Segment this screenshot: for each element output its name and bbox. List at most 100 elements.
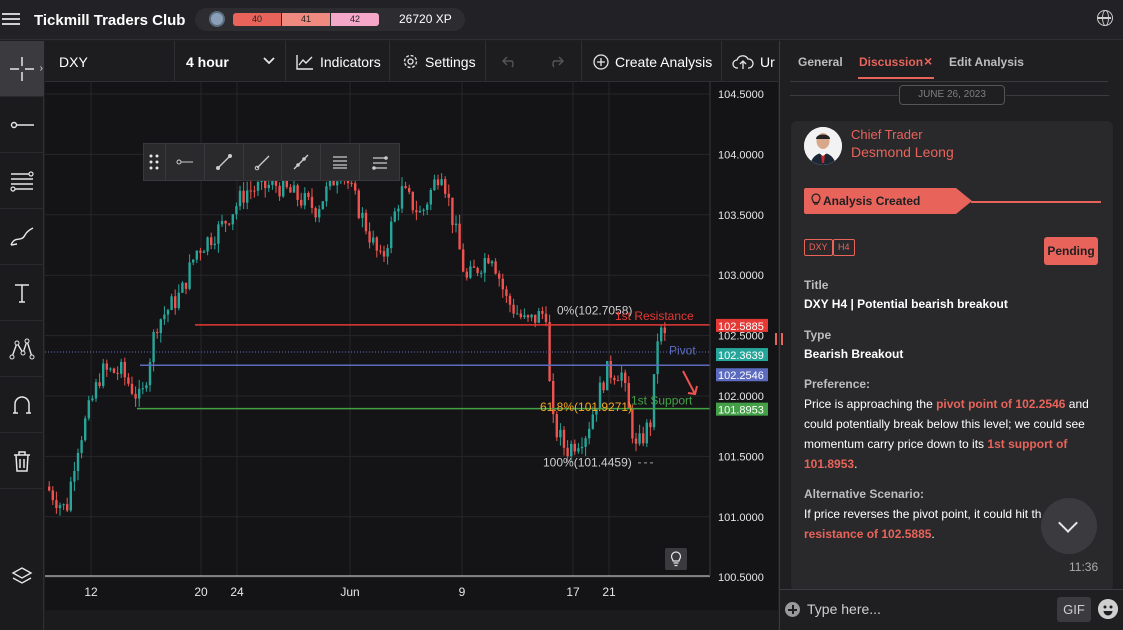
tab-edit-analysis[interactable]: Edit Analysis <box>949 55 1024 69</box>
chat-input[interactable]: Type here... <box>807 601 881 617</box>
create-analysis-button[interactable]: Create Analysis <box>582 41 722 82</box>
candle-body <box>69 481 72 511</box>
price-tag-label: 101.8953 <box>718 405 764 417</box>
candle-body <box>372 237 375 243</box>
candle-body <box>444 179 447 194</box>
chevron-right-icon[interactable]: › <box>40 63 43 74</box>
extended-line-icon[interactable] <box>282 144 322 180</box>
candle-body <box>663 327 666 334</box>
horizontal-ray-icon <box>10 121 34 128</box>
candle-body <box>202 251 206 253</box>
tab-discussion[interactable]: Discussion <box>859 55 923 69</box>
candle-body <box>253 190 256 192</box>
close-tab-icon[interactable]: × <box>924 53 932 69</box>
candle-body <box>505 289 508 296</box>
candle-body <box>364 212 368 232</box>
gif-button[interactable]: GIF <box>1057 597 1091 622</box>
language-globe-icon[interactable] <box>1097 10 1113 26</box>
candle-body <box>454 223 458 226</box>
candle-body <box>188 262 191 289</box>
timeframe-label: 4 hour <box>186 53 229 70</box>
candle-body <box>138 388 141 399</box>
candle-body <box>228 223 231 225</box>
price-tick-label: 102.5000 <box>718 331 764 343</box>
candle-body <box>109 368 112 370</box>
candle-body <box>357 190 360 219</box>
hint-button[interactable] <box>665 548 687 570</box>
redo-icon[interactable] <box>548 55 564 68</box>
symbol-selector[interactable]: DXY <box>45 41 175 82</box>
horizontal-ray-tool[interactable] <box>0 97 44 153</box>
xp-progress: 40 41 42 26720 XP <box>195 8 465 31</box>
price-tick-label: 103.5000 <box>718 210 764 222</box>
candle-body <box>426 204 429 210</box>
candle-body <box>58 505 62 509</box>
undo-icon[interactable] <box>502 55 518 68</box>
type-value: Bearish Breakout <box>804 347 904 361</box>
candle-body <box>80 440 83 453</box>
brush-tool[interactable] <box>0 209 44 265</box>
candle-body <box>354 183 357 191</box>
chevron-down-icon <box>263 57 275 65</box>
date-separator: JUNE 26, 2023 <box>899 85 1005 105</box>
candle-body <box>94 382 98 399</box>
candle-body <box>166 309 170 315</box>
layers-icon <box>11 567 33 584</box>
create-analysis-label: Create Analysis <box>615 53 713 70</box>
candle-body <box>642 433 645 444</box>
delete-drawings-tool[interactable] <box>0 433 44 489</box>
analysis-created-label: Analysis Created <box>823 194 921 208</box>
text-tool[interactable] <box>0 265 44 321</box>
price-tick-label: 101.0000 <box>718 512 764 524</box>
candle-body <box>544 313 548 323</box>
top-bar: Tickmill Traders Club 40 41 42 26720 XP <box>0 0 1123 40</box>
tab-general[interactable]: General <box>798 55 843 69</box>
candle-body <box>159 319 162 334</box>
candle-body <box>224 221 227 224</box>
add-attachment-icon[interactable] <box>785 602 800 617</box>
candle-body <box>134 393 137 399</box>
magnet-tool[interactable] <box>0 377 44 433</box>
candle-body <box>51 490 54 501</box>
candle-body <box>116 372 119 374</box>
ray-icon[interactable] <box>244 144 283 180</box>
date-tick-label: Jun <box>340 585 359 599</box>
candle-body <box>152 331 155 363</box>
timeframe-dropdown[interactable]: 4 hour <box>175 41 286 82</box>
parallel-lines-icon[interactable] <box>321 144 361 180</box>
indicators-button[interactable]: Indicators <box>286 41 390 82</box>
upload-button[interactable]: Ur <box>722 41 778 82</box>
candle-body <box>638 433 641 444</box>
author-name[interactable]: Desmond Leong <box>851 144 954 160</box>
emoji-icon[interactable] <box>1098 599 1118 619</box>
xp-level-after: 42 <box>331 13 379 26</box>
candle-body <box>469 266 472 278</box>
candle-body <box>483 258 486 273</box>
candle-body <box>534 314 537 323</box>
candle-body <box>48 486 51 491</box>
price-tick-label: 101.5000 <box>718 451 764 463</box>
gear-icon <box>403 54 418 69</box>
price-tick-label: 100.5000 <box>718 572 764 584</box>
candle-body <box>210 237 213 246</box>
xp-total: 26720 XP <box>399 12 452 26</box>
menu-icon[interactable] <box>2 10 20 28</box>
avatar[interactable] <box>804 127 842 165</box>
drag-handle-icon[interactable] <box>144 144 166 180</box>
fib-levels-tool[interactable] <box>0 153 44 209</box>
layers-tool[interactable] <box>0 549 44 605</box>
title-label: Title <box>804 278 829 292</box>
settings-button[interactable]: Settings <box>390 41 486 82</box>
crosshair-tool[interactable]: › <box>0 41 44 97</box>
preference-text: Price is approaching the pivot point of … <box>804 397 1089 471</box>
horizontal-line-icon[interactable] <box>166 144 205 180</box>
price-tag-label: 102.2546 <box>718 370 764 382</box>
candle-body <box>624 372 627 384</box>
scroll-down-button[interactable] <box>1041 498 1097 554</box>
candle-body <box>418 210 422 213</box>
pattern-tool[interactable] <box>0 321 44 377</box>
trend-line-icon[interactable] <box>205 144 244 180</box>
panel-resize-handle[interactable] <box>775 333 783 345</box>
fib-fan-icon[interactable] <box>360 144 399 180</box>
chat-input-bar: Type here... GIF <box>780 589 1123 630</box>
